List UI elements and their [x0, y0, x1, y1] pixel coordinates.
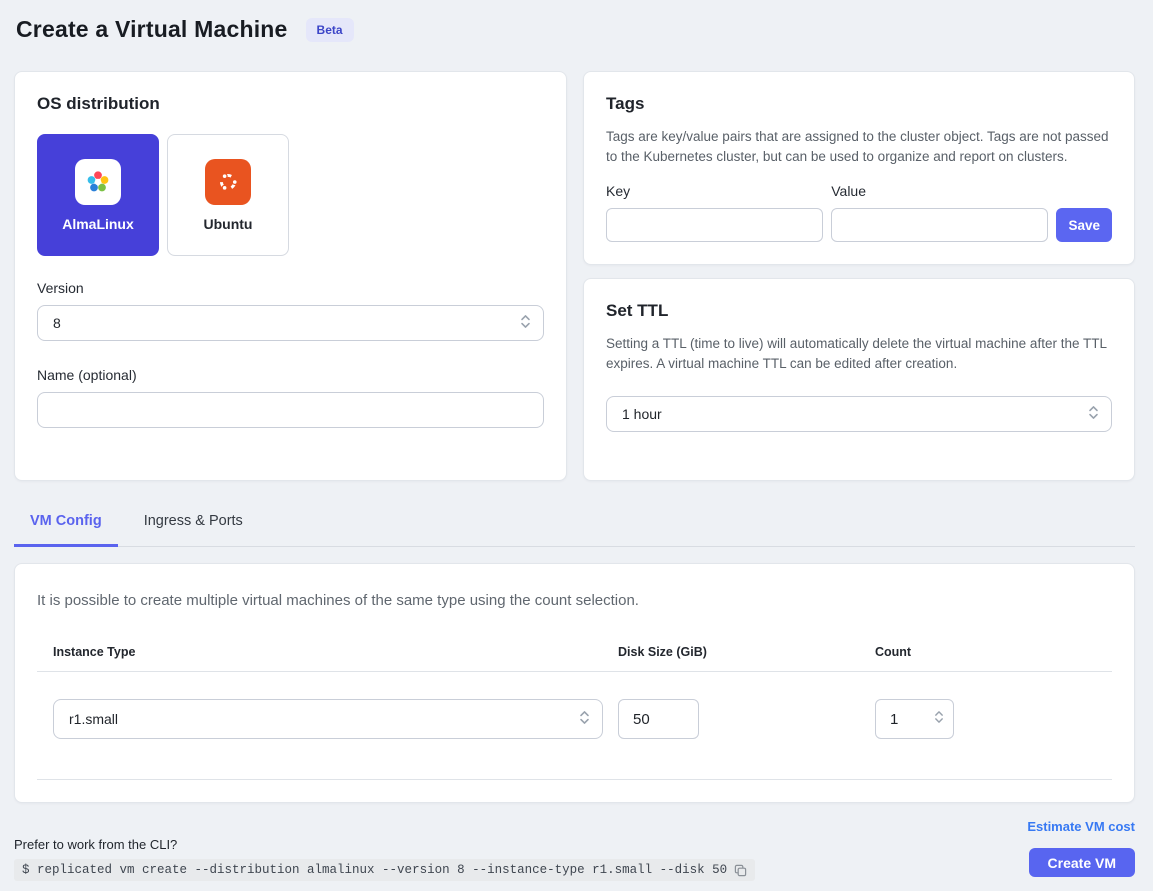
chevron-updown-icon	[579, 710, 590, 728]
column-header-instance-type: Instance Type	[53, 645, 618, 659]
tag-key-input[interactable]	[606, 208, 823, 242]
copy-icon[interactable]	[734, 864, 747, 877]
tag-key-label: Key	[606, 183, 823, 199]
tags-description: Tags are key/value pairs that are assign…	[606, 127, 1112, 167]
ttl-title: Set TTL	[606, 301, 1112, 321]
version-select-value: 8	[53, 315, 61, 331]
chevron-updown-icon	[1088, 405, 1099, 423]
ubuntu-logo-icon	[205, 159, 251, 205]
beta-badge: Beta	[306, 18, 354, 42]
count-value: 1	[890, 711, 898, 728]
save-tag-button[interactable]: Save	[1056, 208, 1112, 242]
version-select[interactable]: 8	[37, 305, 544, 341]
os-distribution-title: OS distribution	[37, 94, 544, 114]
table-divider	[37, 779, 1112, 780]
create-vm-page: Create a Virtual Machine Beta OS distrib…	[0, 0, 1153, 891]
page-title: Create a Virtual Machine	[16, 16, 288, 43]
os-tile-almalinux[interactable]: AlmaLinux	[37, 134, 159, 256]
column-header-count: Count	[875, 645, 1096, 659]
chevron-updown-icon	[934, 710, 944, 728]
name-label: Name (optional)	[37, 367, 544, 383]
count-stepper[interactable]: 1	[875, 699, 954, 739]
disk-size-input[interactable]	[618, 699, 699, 739]
name-input[interactable]	[37, 392, 544, 428]
os-tile-group: AlmaLinux Ubuntu	[37, 134, 544, 256]
tags-card: Tags Tags are key/value pairs that are a…	[583, 71, 1135, 265]
set-ttl-card: Set TTL Setting a TTL (time to live) wil…	[583, 278, 1135, 481]
chevron-updown-icon	[520, 314, 531, 332]
table-header-row: Instance Type Disk Size (GiB) Count	[37, 645, 1112, 659]
estimate-vm-cost-link[interactable]: Estimate VM cost	[1027, 819, 1135, 834]
ttl-description: Setting a TTL (time to live) will automa…	[606, 334, 1112, 374]
tab-ingress-ports[interactable]: Ingress & Ports	[128, 507, 259, 547]
os-tile-ubuntu[interactable]: Ubuntu	[167, 134, 289, 256]
tab-bar: VM Config Ingress & Ports	[14, 507, 1135, 547]
page-header: Create a Virtual Machine Beta	[16, 16, 1135, 43]
create-vm-button[interactable]: Create VM	[1029, 848, 1135, 877]
vm-config-card: It is possible to create multiple virtua…	[14, 563, 1135, 803]
almalinux-logo-icon	[75, 159, 121, 205]
column-header-disk-size: Disk Size (GiB)	[618, 645, 875, 659]
ttl-select-value: 1 hour	[622, 406, 662, 422]
tags-title: Tags	[606, 94, 1112, 114]
os-tile-ubuntu-label: Ubuntu	[204, 216, 253, 232]
cli-prompt-label: Prefer to work from the CLI?	[14, 837, 755, 852]
instance-type-value: r1.small	[69, 711, 118, 727]
vm-config-hint: It is possible to create multiple virtua…	[37, 592, 1112, 609]
table-row: r1.small 1	[37, 672, 1112, 767]
instance-type-select[interactable]: r1.small	[53, 699, 603, 739]
tag-value-input[interactable]	[831, 208, 1048, 242]
version-label: Version	[37, 280, 544, 296]
ttl-select[interactable]: 1 hour	[606, 396, 1112, 432]
cli-command-text: $ replicated vm create --distribution al…	[22, 863, 727, 877]
os-tile-almalinux-label: AlmaLinux	[62, 216, 134, 232]
cli-command-box: $ replicated vm create --distribution al…	[14, 859, 755, 881]
tag-value-label: Value	[831, 183, 1048, 199]
tab-vm-config[interactable]: VM Config	[14, 507, 118, 547]
page-footer: Prefer to work from the CLI? $ replicate…	[14, 819, 1135, 881]
os-distribution-card: OS distribution AlmaLinux	[14, 71, 567, 481]
